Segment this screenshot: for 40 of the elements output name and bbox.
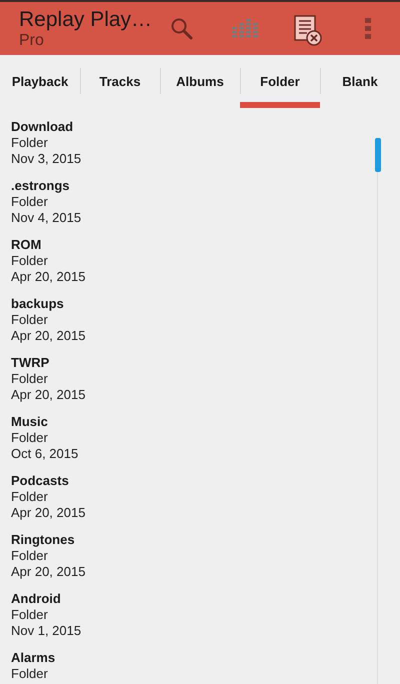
tab[interactable]: Blank	[320, 55, 400, 108]
item-date: Apr 20, 2015	[11, 328, 86, 344]
tab[interactable]: Albums	[160, 55, 240, 108]
folder-name[interactable]: Podcasts	[11, 473, 69, 489]
tab[interactable]: Tracks	[80, 55, 160, 108]
item-type: Folder	[11, 548, 48, 564]
folder-name[interactable]: .estrongs	[11, 178, 70, 194]
app-title: Replay Play…	[19, 8, 154, 32]
item-type: Folder	[11, 253, 48, 269]
tab[interactable]: Playback	[0, 55, 80, 108]
item-date: Nov 4, 2015	[11, 210, 82, 226]
item-type: Folder	[11, 135, 48, 151]
item-date: Apr 20, 2015	[11, 505, 86, 521]
item-type: Folder	[11, 666, 48, 682]
folder-name[interactable]: ROM	[11, 237, 42, 253]
item-type: Folder	[11, 371, 48, 387]
more-options-icon[interactable]	[365, 18, 371, 40]
folder-name[interactable]: Alarms	[11, 650, 56, 666]
item-type: Folder	[11, 194, 48, 210]
folder-name[interactable]: Android	[11, 591, 61, 607]
item-date: Oct 6, 2015	[11, 446, 78, 462]
folder-name[interactable]: TWRP	[11, 355, 50, 371]
folder-name[interactable]: Ringtones	[11, 532, 75, 548]
item-date: Nov 1, 2015	[11, 623, 82, 639]
item-date: Apr 20, 2015	[11, 387, 86, 403]
item-type: Folder	[11, 430, 48, 446]
item-type: Folder	[11, 489, 48, 505]
item-date: Apr 20, 2015	[11, 564, 86, 580]
item-type: Folder	[11, 607, 48, 623]
folder-name[interactable]: Music	[11, 414, 48, 430]
item-date: Apr 20, 2015	[11, 269, 86, 285]
item-type: Folder	[11, 312, 48, 328]
scrollbar-thumb[interactable]	[375, 138, 381, 172]
item-date: Nov 3, 2015	[11, 151, 82, 167]
search-icon[interactable]	[170, 17, 194, 41]
folder-name[interactable]: Download	[11, 119, 74, 135]
tab[interactable]: Folder	[240, 55, 320, 108]
folder-name[interactable]: backups	[11, 296, 64, 312]
app-subtitle: Pro	[19, 32, 45, 50]
clear-playlist-icon[interactable]	[294, 15, 322, 46]
